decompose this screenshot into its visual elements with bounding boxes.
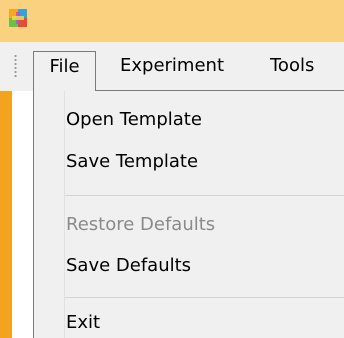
- menu-bar: File Experiment Tools: [0, 42, 344, 91]
- menu-item-save-template[interactable]: Save Template: [66, 150, 198, 174]
- window-body-edge: [12, 91, 35, 338]
- accent-strip: [0, 91, 12, 338]
- menu-item-exit[interactable]: Exit: [66, 311, 100, 335]
- menu-separator: [65, 195, 344, 196]
- app-icon[interactable]: [9, 9, 27, 27]
- menu-file[interactable]: File: [33, 51, 96, 91]
- menu-experiment[interactable]: Experiment: [120, 52, 224, 80]
- menu-item-restore-defaults[interactable]: Restore Defaults: [66, 213, 215, 237]
- title-bar: [0, 0, 344, 42]
- toolbar-grip-icon[interactable]: [14, 54, 17, 78]
- menu-item-save-defaults[interactable]: Save Defaults: [66, 254, 191, 278]
- menu-item-open-template[interactable]: Open Template: [66, 108, 202, 132]
- menu-separator: [65, 297, 344, 298]
- menu-tools[interactable]: Tools: [270, 52, 314, 80]
